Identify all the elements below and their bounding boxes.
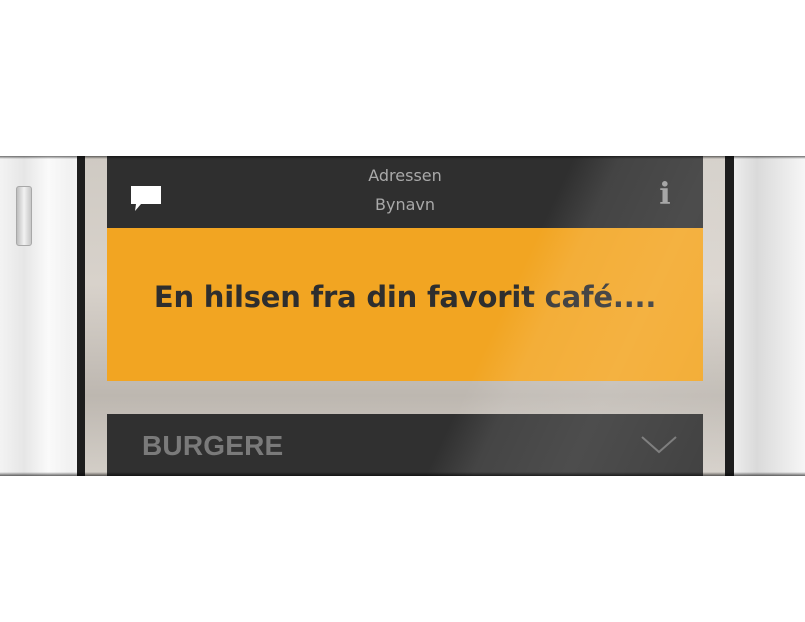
- promo-banner: En hilsen fra din favorit café....: [107, 228, 703, 381]
- info-icon[interactable]: i: [655, 179, 675, 211]
- app-screen: Adressen Bynavn i En hilsen fra din favo…: [85, 156, 725, 476]
- promo-message: En hilsen fra din favorit café....: [153, 280, 657, 314]
- phone-bezel-left: [77, 156, 85, 476]
- top-edge-shadow: [0, 156, 805, 159]
- category-label: BURGERE: [142, 430, 284, 461]
- address-city: Bynavn: [375, 195, 435, 214]
- phone-bezel-right: [725, 156, 734, 476]
- menu-category-burgere[interactable]: BURGERE: [107, 414, 703, 476]
- phone-frame: Adressen Bynavn i En hilsen fra din favo…: [0, 156, 805, 476]
- phone-side-button: [16, 186, 32, 246]
- app-header: Adressen Bynavn i: [107, 156, 703, 228]
- chevron-down-icon[interactable]: [640, 434, 678, 456]
- bottom-edge-shadow: [0, 472, 805, 476]
- address-street: Adressen: [368, 166, 442, 185]
- page: Adressen Bynavn i En hilsen fra din favo…: [0, 0, 805, 622]
